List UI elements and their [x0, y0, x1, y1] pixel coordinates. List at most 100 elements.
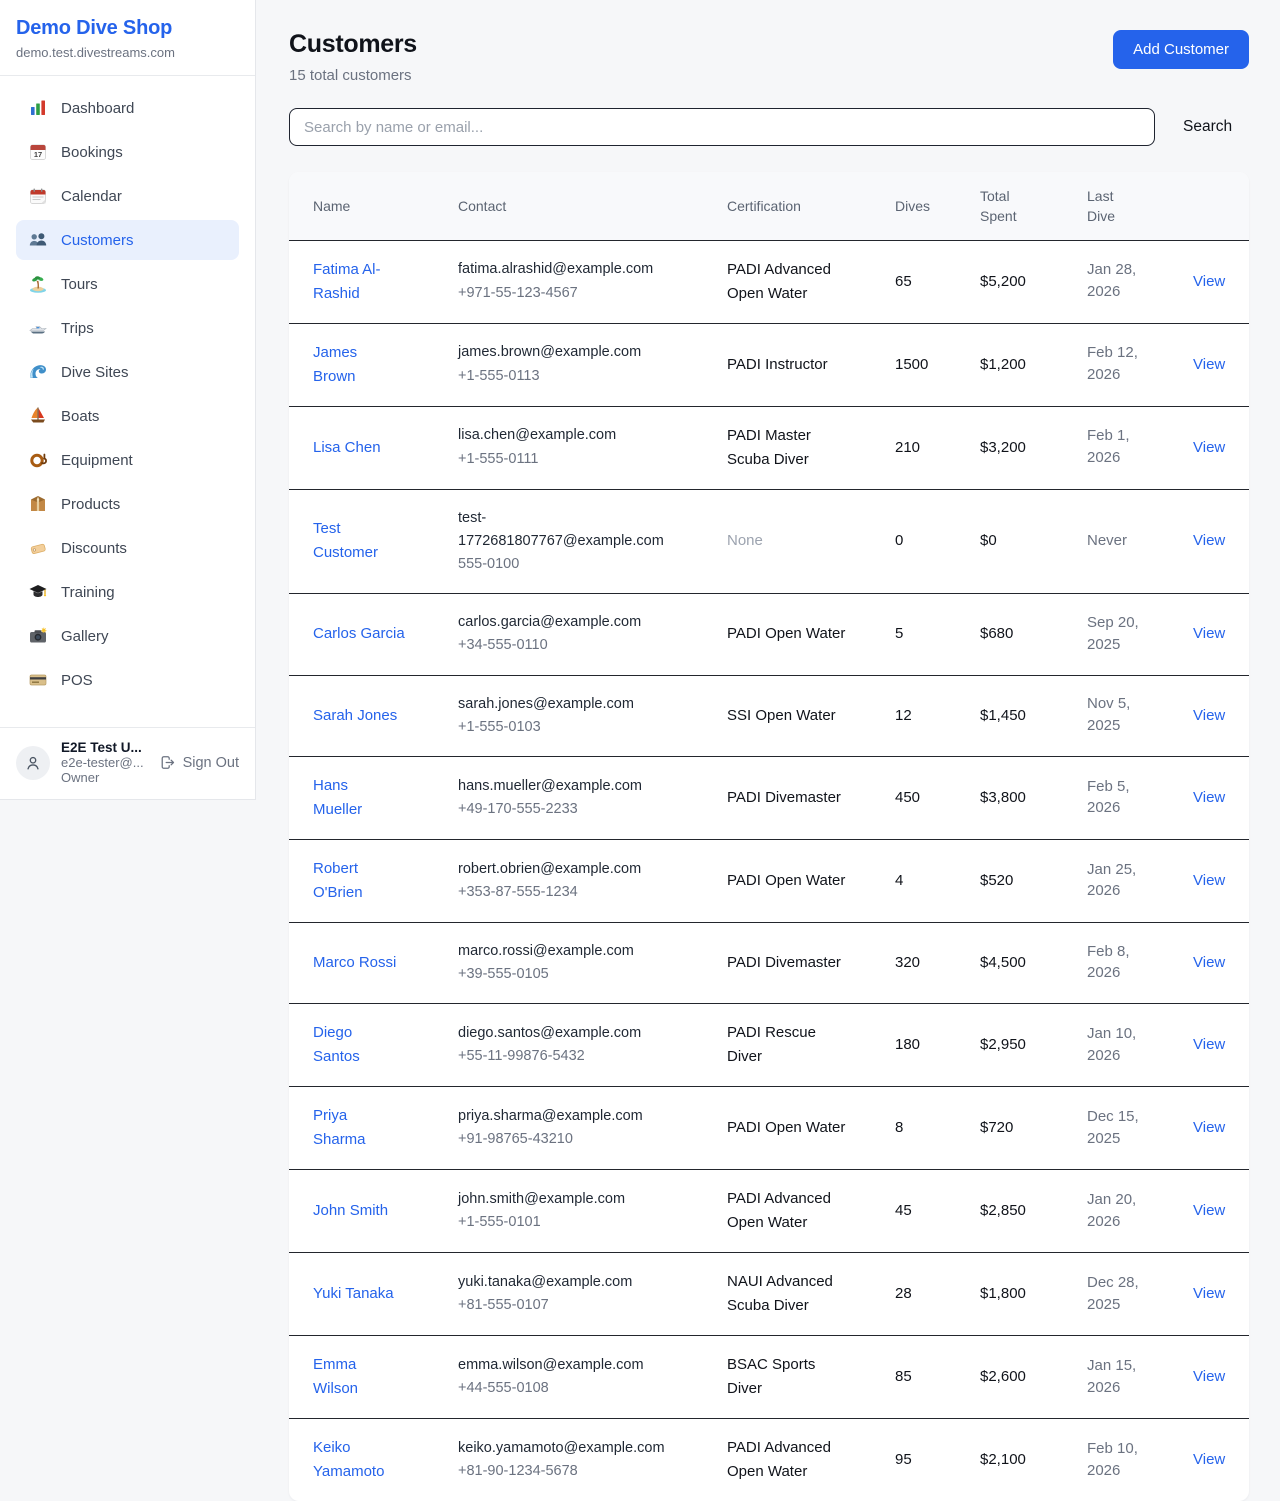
sidebar-item-gallery[interactable]: Gallery: [16, 616, 239, 656]
customer-total-spent-cell: $3,800: [980, 756, 1087, 839]
customer-name-link[interactable]: Robert O'Brien: [313, 857, 363, 905]
view-customer-link[interactable]: View: [1193, 1202, 1225, 1219]
customer-certification-cell: PADI Open Water: [727, 839, 895, 922]
customer-phone: +39-555-0105: [458, 963, 719, 986]
column-header-name: Name: [289, 172, 458, 240]
sidebar-item-training[interactable]: Training: [16, 572, 239, 612]
customer-certification-cell: PADI Divemaster: [727, 922, 895, 1003]
customer-last-dive: Feb 1, 2026: [1087, 425, 1143, 469]
customer-contact-cell: carlos.garcia@example.com+34-555-0110: [458, 594, 727, 675]
sidebar-item-boats[interactable]: Boats: [16, 396, 239, 436]
sidebar-item-tours[interactable]: Tours: [16, 264, 239, 304]
view-customer-link[interactable]: View: [1193, 707, 1225, 724]
customer-total-spent-cell: $3,200: [980, 406, 1087, 489]
view-customer-link[interactable]: View: [1193, 356, 1225, 373]
table-row: Emma Wilsonemma.wilson@example.com+44-55…: [289, 1336, 1249, 1419]
view-customer-link[interactable]: View: [1193, 954, 1225, 971]
customer-name-link[interactable]: Carlos Garcia: [313, 622, 405, 646]
table-row: Marco Rossi marco.rossi@example.com+39-55…: [289, 922, 1249, 1003]
user-email: e2e-tester@...: [61, 755, 144, 770]
customer-email: marco.rossi@example.com: [458, 940, 668, 963]
sidebar-item-label: Products: [61, 496, 120, 513]
customer-total-spent-cell: $2,950: [980, 1004, 1087, 1087]
sidebar-item-pos[interactable]: POS: [16, 660, 239, 700]
view-customer-link[interactable]: View: [1193, 532, 1225, 549]
customer-certification: PADI Advanced Open Water: [727, 1436, 848, 1484]
app-root: Demo Dive Shop demo.test.divestreams.com…: [0, 0, 1280, 1485]
customer-name-cell: Hans Mueller: [289, 756, 458, 839]
sidebar-item-customers[interactable]: Customers: [16, 220, 239, 260]
view-customer-link[interactable]: View: [1193, 1451, 1225, 1468]
customer-action-cell: View: [1180, 756, 1249, 839]
customer-action-cell: View: [1180, 406, 1249, 489]
customer-email: robert.obrien@example.com: [458, 858, 668, 881]
customer-total-spent-cell: $720: [980, 1087, 1087, 1170]
sign-out-button[interactable]: Sign Out: [159, 754, 239, 771]
customer-name-link[interactable]: James Brown: [313, 341, 357, 389]
customer-contact-cell: marco.rossi@example.com+39-555-0105: [458, 922, 727, 1003]
customer-dives-cell: 4: [895, 839, 980, 922]
customer-dives-cell: 45: [895, 1170, 980, 1253]
customer-total-spent-cell: $4,500: [980, 922, 1087, 1003]
customer-certification: PADI Advanced Open Water: [727, 258, 848, 306]
customer-name-link[interactable]: Priya Sharma: [313, 1104, 366, 1152]
sidebar-item-calendar[interactable]: Calendar: [16, 176, 239, 216]
sidebar-item-dashboard[interactable]: Dashboard: [16, 88, 239, 128]
customer-certification: PADI Divemaster: [727, 951, 841, 975]
customer-name-link[interactable]: Sarah Jones: [313, 704, 397, 728]
customer-name-cell: Priya Sharma: [289, 1087, 458, 1170]
table-row: Priya Sharmapriya.sharma@example.com+91-…: [289, 1087, 1249, 1170]
customer-table-body: Fatima Al-Rashidfatima.alrashid@example.…: [289, 240, 1249, 1501]
sidebar-item-bookings[interactable]: 17 Bookings: [16, 132, 239, 172]
table-row: Diego Santosdiego.santos@example.com+55-…: [289, 1004, 1249, 1087]
table-row: Hans Mueller hans.mueller@example.com+49-…: [289, 756, 1249, 839]
customer-contact-cell: hans.mueller@example.com+49-170-555-2233: [458, 756, 727, 839]
search-button[interactable]: Search: [1181, 112, 1234, 142]
sidebar-item-trips[interactable]: Trips: [16, 308, 239, 348]
customer-name-link[interactable]: John Smith: [313, 1199, 388, 1223]
search-input[interactable]: [289, 108, 1155, 146]
customer-name-link[interactable]: Keiko Yamamoto: [313, 1436, 384, 1484]
view-customer-link[interactable]: View: [1193, 1285, 1225, 1302]
customer-email: john.smith@example.com: [458, 1188, 668, 1211]
customer-name-link[interactable]: Marco Rossi: [313, 951, 396, 975]
customer-certification: PADI Instructor: [727, 353, 828, 377]
customer-name-link[interactable]: Test Customer: [313, 517, 378, 565]
customer-dives-cell: 210: [895, 406, 980, 489]
customer-count: 15 total customers: [289, 67, 417, 84]
customer-name-link[interactable]: Diego Santos: [313, 1021, 360, 1069]
sidebar-item-equipment[interactable]: Equipment: [16, 440, 239, 480]
customer-name-cell: Sarah Jones: [289, 675, 458, 756]
customer-name-link[interactable]: Emma Wilson: [313, 1353, 358, 1401]
sidebar-item-discounts[interactable]: Discounts: [16, 528, 239, 568]
customer-dives-cell: 12: [895, 675, 980, 756]
view-customer-link[interactable]: View: [1193, 439, 1225, 456]
sidebar-item-dive-sites[interactable]: Dive Sites: [16, 352, 239, 392]
customer-action-cell: View: [1180, 1253, 1249, 1336]
column-header-contact: Contact: [458, 172, 727, 240]
view-customer-link[interactable]: View: [1193, 872, 1225, 889]
view-customer-link[interactable]: View: [1193, 625, 1225, 642]
customer-certification-cell: PADI Master Scuba Diver: [727, 406, 895, 489]
view-customer-link[interactable]: View: [1193, 1036, 1225, 1053]
customer-contact-cell: test-1772681807767@example.com555-0100: [458, 489, 727, 594]
customer-last-dive: Dec 15, 2025: [1087, 1106, 1143, 1150]
customer-certification: PADI Open Water: [727, 1116, 845, 1140]
customer-name-cell: Marco Rossi: [289, 922, 458, 1003]
customer-certification: PADI Open Water: [727, 622, 845, 646]
add-customer-button[interactable]: Add Customer: [1113, 30, 1249, 69]
customer-name-link[interactable]: Lisa Chen: [313, 436, 381, 460]
customer-name-cell: Yuki Tanaka: [289, 1253, 458, 1336]
column-header-dives: Dives: [895, 172, 980, 240]
view-customer-link[interactable]: View: [1193, 1368, 1225, 1385]
table-row: John Smithjohn.smith@example.com+1-555-0…: [289, 1170, 1249, 1253]
customer-name-link[interactable]: Yuki Tanaka: [313, 1282, 394, 1306]
view-customer-link[interactable]: View: [1193, 1119, 1225, 1136]
sidebar-item-products[interactable]: Products: [16, 484, 239, 524]
customer-name-cell: John Smith: [289, 1170, 458, 1253]
view-customer-link[interactable]: View: [1193, 273, 1225, 290]
customers-table-card: Name Contact Certification Dives Total S…: [289, 172, 1249, 1501]
customer-name-link[interactable]: Fatima Al-Rashid: [313, 258, 385, 306]
customer-name-link[interactable]: Hans Mueller: [313, 774, 362, 822]
view-customer-link[interactable]: View: [1193, 789, 1225, 806]
